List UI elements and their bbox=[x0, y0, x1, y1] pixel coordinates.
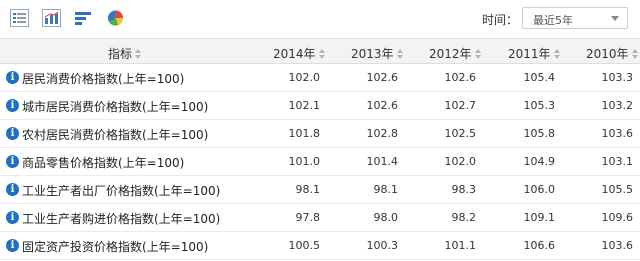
list-view-icon[interactable] bbox=[10, 9, 29, 27]
indicator-name: 固定资产投资价格指数(上年=100) bbox=[22, 240, 209, 254]
year-column-header[interactable]: 2010年 bbox=[586, 45, 639, 62]
cell-value: 106.0 bbox=[523, 183, 556, 196]
table-row: i 居民消费价格指数(上年=100) 102.0 102.6 102.6 105… bbox=[0, 64, 640, 92]
cell-value: 105.8 bbox=[523, 127, 556, 140]
cell-value: 97.8 bbox=[295, 211, 321, 224]
table-row: i 工业生产者出厂价格指数(上年=100) 98.1 98.1 98.3 106… bbox=[0, 176, 640, 204]
info-icon[interactable]: i bbox=[6, 183, 19, 196]
indicator-name: 居民消费价格指数(上年=100) bbox=[22, 72, 185, 86]
table-row: i 城市居民消费价格指数(上年=100) 102.1 102.6 102.7 1… bbox=[0, 92, 640, 120]
sort-icon[interactable] bbox=[631, 49, 639, 59]
cell-value: 101.0 bbox=[288, 155, 321, 168]
sort-icon[interactable] bbox=[318, 49, 326, 59]
cell-value: 102.0 bbox=[444, 155, 477, 168]
toolbar: 时间： 最近5年 bbox=[0, 0, 640, 36]
cell-value: 100.3 bbox=[366, 239, 399, 252]
cell-value: 100.5 bbox=[288, 239, 321, 252]
time-range-select[interactable]: 最近5年 bbox=[522, 7, 628, 29]
cell-value: 109.6 bbox=[601, 211, 634, 224]
indicator-name: 商品零售价格指数(上年=100) bbox=[22, 156, 185, 170]
year-column-header[interactable]: 2013年 bbox=[351, 45, 404, 62]
table-row: i 商品零售价格指数(上年=100) 101.0 101.4 102.0 104… bbox=[0, 148, 640, 176]
chart-icon[interactable] bbox=[42, 9, 61, 27]
cell-value: 106.6 bbox=[523, 239, 556, 252]
indicator-name: 城市居民消费价格指数(上年=100) bbox=[22, 100, 209, 114]
info-icon[interactable]: i bbox=[6, 155, 19, 168]
time-label: 时间： bbox=[482, 13, 519, 27]
cell-value: 101.8 bbox=[288, 127, 321, 140]
cell-value: 101.4 bbox=[366, 155, 399, 168]
cell-value: 98.0 bbox=[373, 211, 399, 224]
cell-value: 102.6 bbox=[366, 99, 399, 112]
cell-value: 98.3 bbox=[451, 183, 477, 196]
cell-value: 109.1 bbox=[523, 211, 556, 224]
chevron-down-icon bbox=[611, 16, 619, 21]
indicator-column-header[interactable]: 指标 bbox=[108, 45, 142, 62]
cell-value: 105.3 bbox=[523, 99, 556, 112]
table-row: i 固定资产投资价格指数(上年=100) 100.5 100.3 101.1 1… bbox=[0, 232, 640, 260]
data-table: 指标 2014年 2013年 2012年 2011年 2010年 i 居民消费价… bbox=[0, 38, 640, 260]
table-row: i 工业生产者购进价格指数(上年=100) 97.8 98.0 98.2 109… bbox=[0, 204, 640, 232]
cell-value: 102.6 bbox=[444, 71, 477, 84]
bar-chart-icon[interactable] bbox=[74, 9, 93, 27]
cell-value: 102.6 bbox=[366, 71, 399, 84]
year-column-header[interactable]: 2012年 bbox=[429, 45, 482, 62]
sort-icon[interactable] bbox=[474, 49, 482, 59]
indicator-name: 工业生产者出厂价格指数(上年=100) bbox=[22, 184, 221, 198]
cell-value: 103.6 bbox=[601, 239, 634, 252]
sort-icon[interactable] bbox=[396, 49, 404, 59]
cell-value: 103.2 bbox=[601, 99, 634, 112]
sort-icon[interactable] bbox=[553, 49, 561, 59]
cell-value: 102.1 bbox=[288, 99, 321, 112]
time-range-value: 最近5年 bbox=[533, 14, 573, 27]
cell-value: 98.2 bbox=[451, 211, 477, 224]
sort-icon[interactable] bbox=[135, 49, 142, 59]
cell-value: 102.8 bbox=[366, 127, 399, 140]
cell-value: 103.3 bbox=[601, 71, 634, 84]
info-icon[interactable]: i bbox=[6, 127, 19, 140]
pie-chart-icon[interactable] bbox=[106, 9, 125, 27]
cell-value: 98.1 bbox=[373, 183, 399, 196]
cell-value: 105.4 bbox=[523, 71, 556, 84]
cell-value: 104.9 bbox=[523, 155, 556, 168]
year-column-header[interactable]: 2014年 bbox=[273, 45, 326, 62]
info-icon[interactable]: i bbox=[6, 211, 19, 224]
cell-value: 103.1 bbox=[601, 155, 634, 168]
cell-value: 103.6 bbox=[601, 127, 634, 140]
indicator-name: 农村居民消费价格指数(上年=100) bbox=[22, 128, 209, 142]
cell-value: 105.5 bbox=[601, 183, 634, 196]
cell-value: 102.5 bbox=[444, 127, 477, 140]
year-column-header[interactable]: 2011年 bbox=[508, 45, 561, 62]
cell-value: 102.0 bbox=[288, 71, 321, 84]
cell-value: 101.1 bbox=[444, 239, 477, 252]
cell-value: 98.1 bbox=[295, 183, 321, 196]
info-icon[interactable]: i bbox=[6, 239, 19, 252]
info-icon[interactable]: i bbox=[6, 99, 19, 112]
info-icon[interactable]: i bbox=[6, 71, 19, 84]
table-row: i 农村居民消费价格指数(上年=100) 101.8 102.8 102.5 1… bbox=[0, 120, 640, 148]
table-header: 指标 2014年 2013年 2012年 2011年 2010年 bbox=[0, 38, 640, 64]
indicator-name: 工业生产者购进价格指数(上年=100) bbox=[22, 212, 221, 226]
cell-value: 102.7 bbox=[444, 99, 477, 112]
